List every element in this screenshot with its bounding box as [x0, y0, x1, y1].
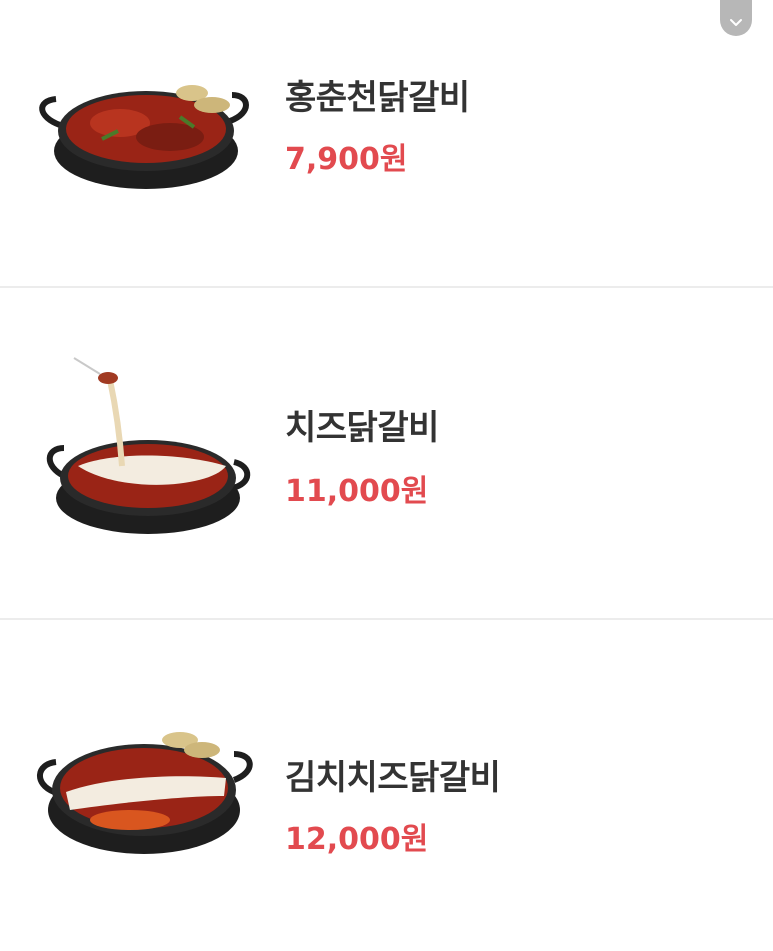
menu-item-image	[30, 700, 260, 880]
menu-item[interactable]: 치즈닭갈비 11,000원	[0, 288, 773, 620]
menu-item[interactable]: 김치치즈닭갈비 12,000원	[0, 620, 773, 951]
menu-item-image	[30, 348, 260, 538]
menu-item-name: 치즈닭갈비	[285, 408, 439, 448]
menu-item-price: 11,000원	[285, 474, 429, 509]
menu-item-name: 홍춘천닭갈비	[285, 78, 470, 118]
menu-item-price: 7,900원	[285, 142, 408, 177]
menu-item-image	[30, 55, 260, 205]
menu-list: 홍춘천닭갈비 7,900원 치즈닭갈비 11,000원 김치치즈닭갈비 12,0…	[0, 0, 773, 951]
menu-item[interactable]: 홍춘천닭갈비 7,900원	[0, 0, 773, 288]
menu-item-price: 12,000원	[285, 822, 429, 857]
menu-item-name: 김치치즈닭갈비	[285, 758, 501, 798]
